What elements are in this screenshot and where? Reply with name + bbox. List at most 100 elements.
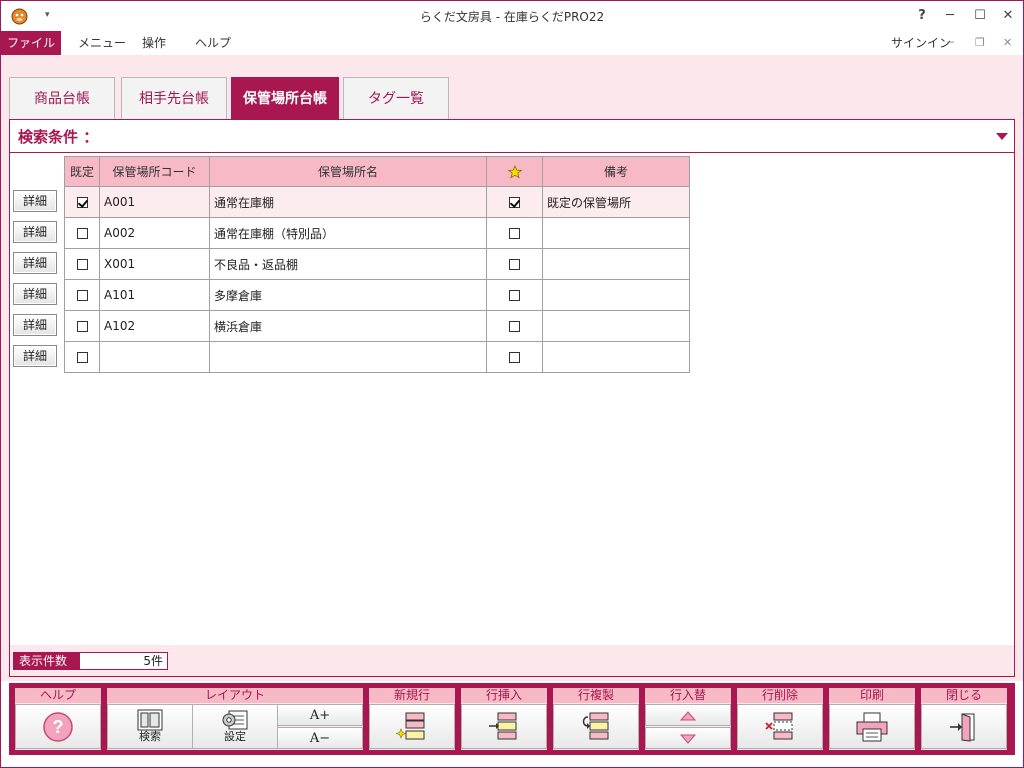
print-button[interactable] <box>829 704 915 749</box>
new-row-label: 新規行 <box>369 688 455 703</box>
note-cell[interactable] <box>542 310 690 342</box>
menu-help[interactable]: ヘルプ <box>195 31 231 55</box>
default-checkbox-cell[interactable] <box>64 310 100 342</box>
star-checkbox[interactable] <box>509 228 520 239</box>
star-checkbox[interactable] <box>509 197 520 208</box>
inner-close-icon[interactable]: ✕ <box>1003 36 1012 49</box>
tab-products[interactable]: 商品台帳 <box>9 77 115 119</box>
insert-row-button[interactable] <box>461 704 547 749</box>
tab-locations[interactable]: 保管場所台帳 <box>231 77 339 119</box>
tab-partners[interactable]: 相手先台帳 <box>121 77 227 119</box>
copy-row-button[interactable] <box>553 704 639 749</box>
signin-link[interactable]: サインイン <box>891 34 951 51</box>
location-code-cell[interactable]: X001 <box>99 248 210 280</box>
record-count-bar: 表示件数 5件 <box>10 645 1014 676</box>
star-checkbox[interactable] <box>509 352 520 363</box>
toolbar-group-delete-row: 行削除 <box>737 688 823 750</box>
note-cell[interactable] <box>542 341 690 373</box>
star-checkbox-cell[interactable] <box>486 186 543 218</box>
header-default[interactable]: 既定 <box>64 156 100 187</box>
move-row-up-button[interactable] <box>645 704 731 726</box>
header-location-code[interactable]: 保管場所コード <box>99 156 210 187</box>
star-checkbox[interactable] <box>509 259 520 270</box>
default-checkbox-cell[interactable] <box>64 186 100 218</box>
layout-group-label: レイアウト <box>107 688 363 703</box>
location-name-cell[interactable]: 不良品・返品棚 <box>209 248 487 280</box>
default-checkbox-cell[interactable] <box>64 217 100 249</box>
star-checkbox-cell[interactable] <box>486 341 543 373</box>
header-note[interactable]: 備考 <box>542 156 690 187</box>
note-cell[interactable] <box>542 248 690 280</box>
note-cell[interactable] <box>542 279 690 311</box>
help-button[interactable]: ? <box>15 704 101 749</box>
star-checkbox[interactable] <box>509 321 520 332</box>
search-conditions-bar[interactable]: 検索条件 ： <box>10 120 1014 153</box>
detail-button[interactable]: 詳細 <box>13 221 57 243</box>
location-code-cell[interactable]: A001 <box>99 186 210 218</box>
maximize-button[interactable]: ☐ <box>967 5 993 27</box>
default-checkbox[interactable] <box>76 290 88 301</box>
help-icon[interactable]: ? <box>909 5 935 27</box>
close-window-button[interactable] <box>921 704 1007 749</box>
close-button[interactable]: ✕ <box>995 5 1021 27</box>
inner-minimize-icon[interactable]: ─ <box>947 36 954 49</box>
default-checkbox[interactable] <box>76 321 88 332</box>
detail-button[interactable]: 詳細 <box>13 283 57 305</box>
default-checkbox-cell[interactable] <box>64 341 100 373</box>
menu-file[interactable]: ファイル <box>1 31 61 55</box>
default-checkbox[interactable] <box>76 352 88 363</box>
inner-restore-icon[interactable]: ❐ <box>975 36 985 49</box>
minimize-button[interactable]: ─ <box>937 5 963 27</box>
detail-button[interactable]: 詳細 <box>13 345 57 367</box>
copy-row-label: 行複製 <box>553 688 639 703</box>
star-checkbox-cell[interactable] <box>486 310 543 342</box>
star-checkbox[interactable] <box>509 290 520 301</box>
default-checkbox-cell[interactable] <box>64 248 100 280</box>
location-code-cell[interactable]: A102 <box>99 310 210 342</box>
header-location-name[interactable]: 保管場所名 <box>209 156 487 187</box>
main-panel: 商品台帳 相手先台帳 保管場所台帳 タグ一覧 検索条件 ： 詳細 詳細 詳細 詳… <box>1 55 1023 681</box>
location-code-cell[interactable]: A002 <box>99 217 210 249</box>
font-increase-button[interactable]: A+ <box>277 704 363 726</box>
toolbar-group-print: 印刷 <box>829 688 915 750</box>
layout-settings-button[interactable]: 設定 <box>192 704 278 749</box>
swap-row-label: 行入替 <box>645 688 731 703</box>
new-row-button[interactable] <box>369 704 455 749</box>
location-name-cell[interactable]: 横浜倉庫 <box>209 310 487 342</box>
table-row[interactable]: A002 通常在庫棚（特別品） <box>64 217 690 249</box>
table-row[interactable]: A101 多摩倉庫 <box>64 279 690 311</box>
table-row[interactable]: A102 横浜倉庫 <box>64 310 690 342</box>
toolbar-group-layout: レイアウト 検索 設定 A+ A− <box>107 688 363 750</box>
table-row[interactable]: X001 不良品・返品棚 <box>64 248 690 280</box>
header-star[interactable] <box>486 156 543 187</box>
location-name-cell[interactable]: 多摩倉庫 <box>209 279 487 311</box>
svg-text:?: ? <box>53 717 64 737</box>
location-name-cell[interactable]: 通常在庫棚 <box>209 186 487 218</box>
menu-menu[interactable]: メニュー <box>78 31 126 55</box>
star-checkbox-cell[interactable] <box>486 217 543 249</box>
note-cell[interactable]: 既定の保管場所 <box>542 186 690 218</box>
location-name-cell[interactable]: 通常在庫棚（特別品） <box>209 217 487 249</box>
detail-button[interactable]: 詳細 <box>13 314 57 336</box>
default-checkbox[interactable] <box>76 197 88 208</box>
note-cell[interactable] <box>542 217 690 249</box>
location-name-cell[interactable] <box>209 341 487 373</box>
star-checkbox-cell[interactable] <box>486 279 543 311</box>
location-code-cell[interactable]: A101 <box>99 279 210 311</box>
location-code-cell[interactable] <box>99 341 210 373</box>
delete-row-button[interactable] <box>737 704 823 749</box>
font-decrease-button[interactable]: A− <box>277 727 363 749</box>
move-row-down-button[interactable] <box>645 727 731 749</box>
default-checkbox-cell[interactable] <box>64 279 100 311</box>
table-row[interactable]: A001 通常在庫棚 既定の保管場所 <box>64 186 690 218</box>
tab-tags[interactable]: タグ一覧 <box>343 77 449 119</box>
expand-down-icon[interactable] <box>996 133 1008 140</box>
detail-button[interactable]: 詳細 <box>13 190 57 212</box>
star-checkbox-cell[interactable] <box>486 248 543 280</box>
menu-operation[interactable]: 操作 <box>142 31 166 55</box>
default-checkbox[interactable] <box>76 228 88 239</box>
default-checkbox[interactable] <box>76 259 88 270</box>
table-row-new[interactable] <box>64 341 690 373</box>
layout-search-button[interactable]: 検索 <box>107 704 193 749</box>
detail-button[interactable]: 詳細 <box>13 252 57 274</box>
